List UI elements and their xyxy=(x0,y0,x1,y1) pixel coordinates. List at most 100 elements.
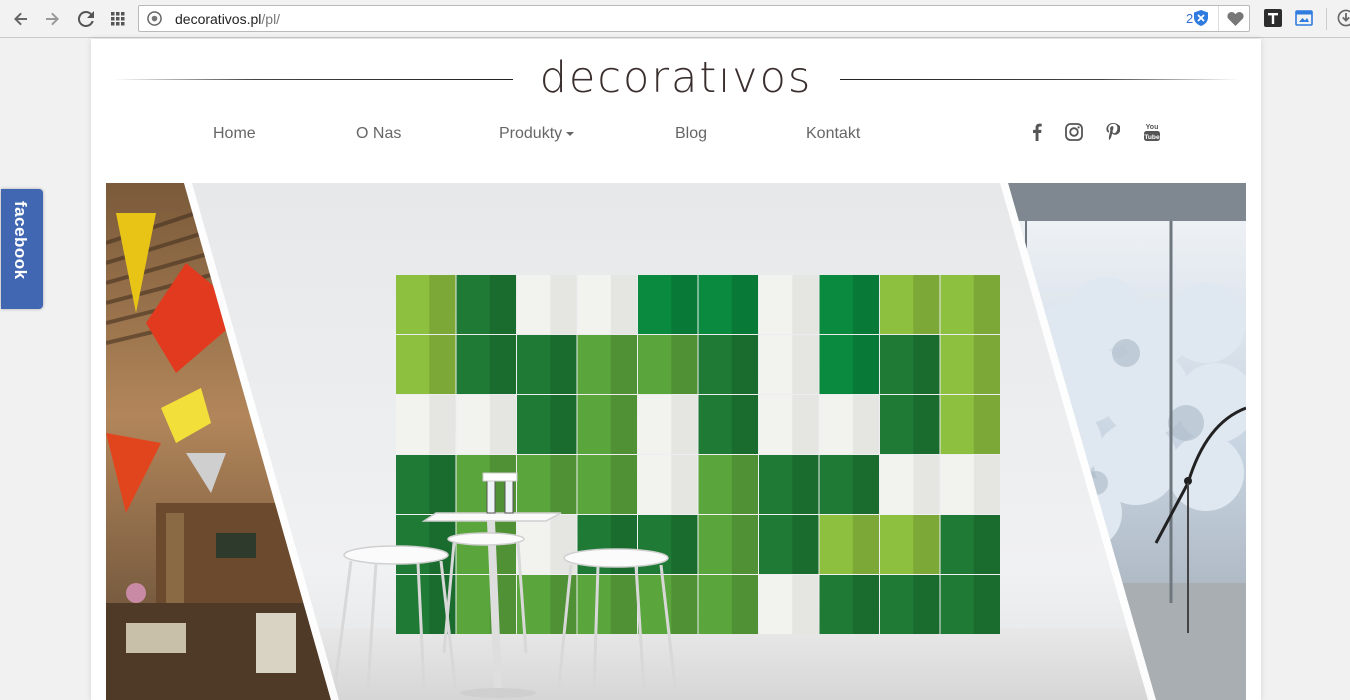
wall-tile-shade xyxy=(550,335,577,394)
url-path: /pl/ xyxy=(261,11,281,27)
instagram-icon xyxy=(1065,123,1083,141)
wall-tile-shade xyxy=(792,275,819,334)
instagram-link[interactable] xyxy=(1063,121,1085,143)
menu-item-contact[interactable]: Kontakt xyxy=(806,125,860,143)
menu-item-products-label: Produkty xyxy=(499,125,563,142)
pinterest-link[interactable] xyxy=(1102,121,1124,143)
wall-tile-shade xyxy=(671,575,698,634)
menu-item-blog[interactable]: Blog xyxy=(675,125,707,143)
wall-tile-shade xyxy=(429,275,456,334)
wall-tile-shade xyxy=(731,575,758,634)
facebook-icon xyxy=(1033,123,1042,141)
url-host: decorativos.pl xyxy=(175,11,262,27)
wall-tile-shade xyxy=(852,575,879,634)
url-text[interactable]: decorativos.pl/pl/ xyxy=(175,11,280,27)
apps-button[interactable] xyxy=(108,9,128,29)
wall-tile-shade xyxy=(550,455,577,514)
extension-badge-icon xyxy=(1194,10,1209,26)
wall-tile-shade xyxy=(610,455,637,514)
favorite-button[interactable] xyxy=(1218,6,1251,31)
wall-tile-shade xyxy=(610,335,637,394)
wall-tile-shade xyxy=(489,395,516,454)
wall-tile-shade xyxy=(429,395,456,454)
facebook-side-tab[interactable]: facebook xyxy=(1,189,43,309)
forward-icon xyxy=(46,12,59,26)
screenshot-extension-icon xyxy=(1295,10,1313,26)
wall-tile-shade xyxy=(973,455,1000,514)
download-button[interactable] xyxy=(1337,9,1350,27)
wall-tile-shade xyxy=(913,395,940,454)
wall-tile-shade xyxy=(792,575,819,634)
reload-icon xyxy=(78,11,94,27)
wall-tile-shade xyxy=(852,455,879,514)
wall-tile-shade xyxy=(792,335,819,394)
back-icon xyxy=(14,12,27,26)
wall-tile-shade xyxy=(852,515,879,574)
menu-item-about[interactable]: O Nas xyxy=(356,125,401,143)
apps-icon xyxy=(111,12,125,26)
wall-tile-shade xyxy=(913,335,940,394)
wall-tile-shade xyxy=(973,515,1000,574)
youtube-icon: You Tube xyxy=(1144,124,1160,141)
wall-tile-shade xyxy=(550,395,577,454)
heart-icon xyxy=(1226,11,1244,26)
wall-tile-shade xyxy=(913,275,940,334)
wall-tile-shade xyxy=(913,455,940,514)
logo-divider-left xyxy=(113,79,513,80)
website-page: decoratıvos Home O Nas Produkty Blog Kon… xyxy=(91,39,1261,700)
back-button[interactable] xyxy=(11,9,31,29)
t-extension-button[interactable] xyxy=(1264,9,1282,27)
wall-tile-shade xyxy=(973,395,1000,454)
wall-tile-shade xyxy=(731,335,758,394)
logo-divider-right xyxy=(840,79,1240,80)
menu-item-products[interactable]: Produkty xyxy=(499,125,575,143)
wall-tile-shade xyxy=(852,275,879,334)
hero-slider[interactable] xyxy=(106,183,1246,700)
wall-tile-shade xyxy=(852,395,879,454)
wall-tile-shade xyxy=(792,515,819,574)
wall-tile-shade xyxy=(429,455,456,514)
chevron-down-icon xyxy=(566,131,575,136)
wall-tile-shade xyxy=(610,395,637,454)
wall-tile-shade xyxy=(731,455,758,514)
wall-tile-shade xyxy=(731,395,758,454)
wall-tile-shade xyxy=(550,575,577,634)
download-icon xyxy=(1337,9,1350,27)
wall-tile-shade xyxy=(550,515,577,574)
t-extension-icon xyxy=(1264,9,1282,27)
youtube-link[interactable]: You Tube xyxy=(1141,121,1163,143)
svg-text:You: You xyxy=(1146,124,1159,131)
facebook-link[interactable] xyxy=(1026,121,1048,143)
hero-image xyxy=(106,183,1246,700)
wall-tile-shade xyxy=(792,395,819,454)
wall-tile-shade xyxy=(550,275,577,334)
svg-text:Tube: Tube xyxy=(1144,134,1160,141)
screenshot-extension-button[interactable] xyxy=(1295,9,1313,27)
wall-tile-shade xyxy=(852,335,879,394)
wall-tile-shade xyxy=(489,335,516,394)
wall-tile-shade xyxy=(610,575,637,634)
wall-tile-shade xyxy=(973,275,1000,334)
forward-button[interactable] xyxy=(42,9,62,29)
address-bar[interactable]: decorativos.pl/pl/ 2 xyxy=(138,5,1250,32)
wall-tile-shade xyxy=(973,335,1000,394)
wall-tile-shade xyxy=(792,455,819,514)
extension-count: 2 xyxy=(1186,10,1194,26)
wall-tile-shade xyxy=(429,335,456,394)
wall-tile-shade xyxy=(913,575,940,634)
toolbar-separator xyxy=(1326,8,1327,30)
wall-tile-shade xyxy=(973,575,1000,634)
reload-button[interactable] xyxy=(76,9,96,29)
wall-tile-shade xyxy=(671,395,698,454)
wall-tile-shade xyxy=(731,275,758,334)
main-menu: Home O Nas Produkty Blog Kontakt xyxy=(91,125,1261,145)
wall-tile-shade xyxy=(489,275,516,334)
wall-tile-shade xyxy=(610,275,637,334)
wall-tile-shade xyxy=(671,455,698,514)
menu-item-home[interactable]: Home xyxy=(213,125,256,143)
extension-badge[interactable]: 2 xyxy=(1186,10,1209,26)
facebook-side-tab-label: facebook xyxy=(11,201,30,280)
site-info-button[interactable] xyxy=(147,11,162,31)
site-logo[interactable]: decoratıvos xyxy=(531,53,821,103)
wall-tile-shade xyxy=(731,515,758,574)
